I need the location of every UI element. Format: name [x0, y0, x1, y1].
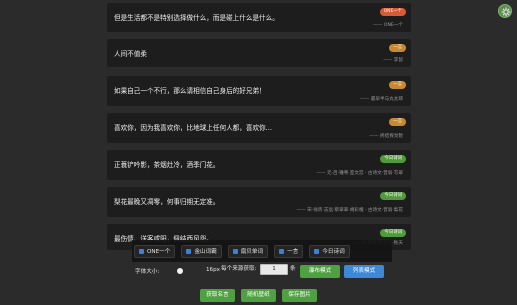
checkbox-icon[interactable] [186, 248, 192, 254]
quote-text: 正蓑铲吟影，茶烟灶冷，酒季门花。 [114, 161, 220, 169]
list-mode-button[interactable]: 列表模式 [344, 265, 384, 278]
quote-card[interactable]: 今日诗词 正蓑铲吟影，茶烟灶冷，酒季门花。 —— 元·吕·锤粤·室文宫 · 古诗… [107, 150, 411, 180]
filter-label: ONE一个 [147, 249, 171, 255]
save-image-button[interactable]: 保存图片 [282, 289, 317, 302]
source-filter-bar: ONE一个 金山词霸 扇贝单词 一言 今日诗词 [132, 240, 392, 262]
checkbox-icon[interactable] [139, 248, 144, 254]
per-source-label: 每个来源获取: [221, 266, 257, 272]
source-badge: 一言 [389, 118, 406, 126]
filter-yiyan[interactable]: 一言 [274, 244, 304, 258]
source-badge: 一言 [389, 44, 406, 52]
settings-gear-icon[interactable] [498, 4, 512, 18]
checkbox-icon[interactable] [314, 248, 320, 254]
filter-label: 今日诗词 [322, 249, 345, 255]
waterfall-mode-button[interactable]: 瀑布模式 [300, 265, 340, 278]
filter-one[interactable]: ONE一个 [134, 244, 176, 258]
checkbox-icon[interactable] [279, 248, 285, 254]
quote-card[interactable]: 一言 如果自己一个不行，那么请相信自己身后的好兄弟！ —— 最早半与丸太郎 [107, 76, 411, 106]
filter-shanbei[interactable]: 扇贝单词 [227, 244, 269, 258]
source-badge: 今日诗词 [380, 155, 406, 163]
font-size-slider[interactable] [177, 268, 183, 274]
filter-jinri[interactable]: 今日诗词 [309, 244, 350, 258]
source-badge: ONE一个 [379, 8, 406, 16]
quote-card[interactable]: 一言 人间不值柔 —— 李鼠 [107, 39, 411, 67]
quote-text: 喜欢你，因为我喜欢你，比地球上任何人都，喜欢你... [114, 124, 272, 132]
source-badge: 一言 [389, 81, 406, 89]
get-quote-button[interactable]: 获取名言 [200, 289, 235, 302]
source-badge: 今日诗词 [380, 192, 406, 200]
quote-text: 但是生活都不是特别选择做什么，而是碰上什么是什么。 [114, 14, 279, 22]
quote-author: —— 宋·徐贤·志远·蔡翠翠·胡彩槐 · 古诗文·曾翁·梨花 [296, 208, 403, 213]
quote-author: —— ONE一个 [373, 23, 403, 28]
source-badge: 今日诗词 [380, 229, 406, 237]
quote-author: —— 终结探戈暂 [369, 134, 403, 139]
quote-text: 梨花最晚又凋零，何事归期无定准。 [114, 198, 220, 206]
checkbox-icon[interactable] [232, 248, 238, 254]
filter-label: 金山词霸 [194, 249, 217, 255]
quote-card[interactable]: 一言 喜欢你，因为我喜欢你，比地球上任何人都，喜欢你... —— 终结探戈暂 [107, 113, 411, 143]
filter-jinshan[interactable]: 金山词霸 [181, 244, 222, 258]
quote-text: 人间不值柔 [114, 50, 147, 58]
quote-author: —— 李鼠 [383, 58, 403, 63]
settings-row: 字体大小: 16px 每个来源获取: 1 条 瀑布模式 列表模式 [125, 262, 395, 280]
filter-label: 一言 [287, 249, 299, 255]
quote-text: 如果自己一个不行，那么请相信自己身后的好兄弟！ [114, 87, 266, 95]
quote-card[interactable]: ONE一个 但是生活都不是特别选择做什么，而是碰上什么是什么。 —— ONE一个 [107, 3, 411, 32]
font-size-label: 字体大小: [135, 269, 160, 275]
filter-label: 扇贝单词 [240, 249, 264, 255]
per-source-input[interactable]: 1 [260, 264, 288, 275]
quote-author: —— 最早半与丸太郎 [360, 97, 403, 102]
quote-card[interactable]: 今日诗词 梨花最晚又凋零，何事归期无定准。 —— 宋·徐贤·志远·蔡翠翠·胡彩槐… [107, 187, 411, 217]
per-source-unit: 条 [290, 266, 296, 272]
font-size-value: 16px [206, 267, 220, 273]
random-wallpaper-button[interactable]: 随机壁纸 [241, 289, 276, 302]
quote-author: —— 元·吕·锤粤·室文宫 · 古诗文·曾翁·写翠 [316, 171, 403, 176]
